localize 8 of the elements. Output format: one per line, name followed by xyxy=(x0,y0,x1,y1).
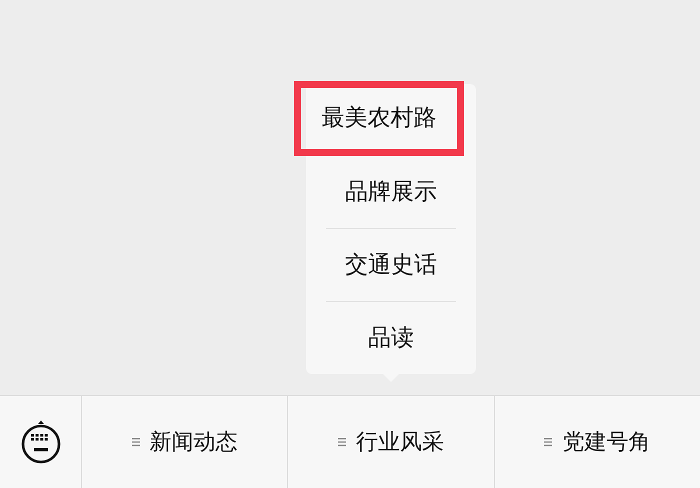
menu-icon xyxy=(132,437,140,447)
keyboard-icon[interactable] xyxy=(20,419,62,465)
menu-icon xyxy=(544,437,552,447)
menu-icon xyxy=(338,437,346,447)
submenu-item[interactable]: 交通史话 xyxy=(326,229,456,301)
submenu-item[interactable]: 品读 xyxy=(326,302,456,374)
submenu-item[interactable]: 最美农村路 xyxy=(294,81,464,156)
submenu-item[interactable]: 品牌展示 xyxy=(306,156,476,228)
